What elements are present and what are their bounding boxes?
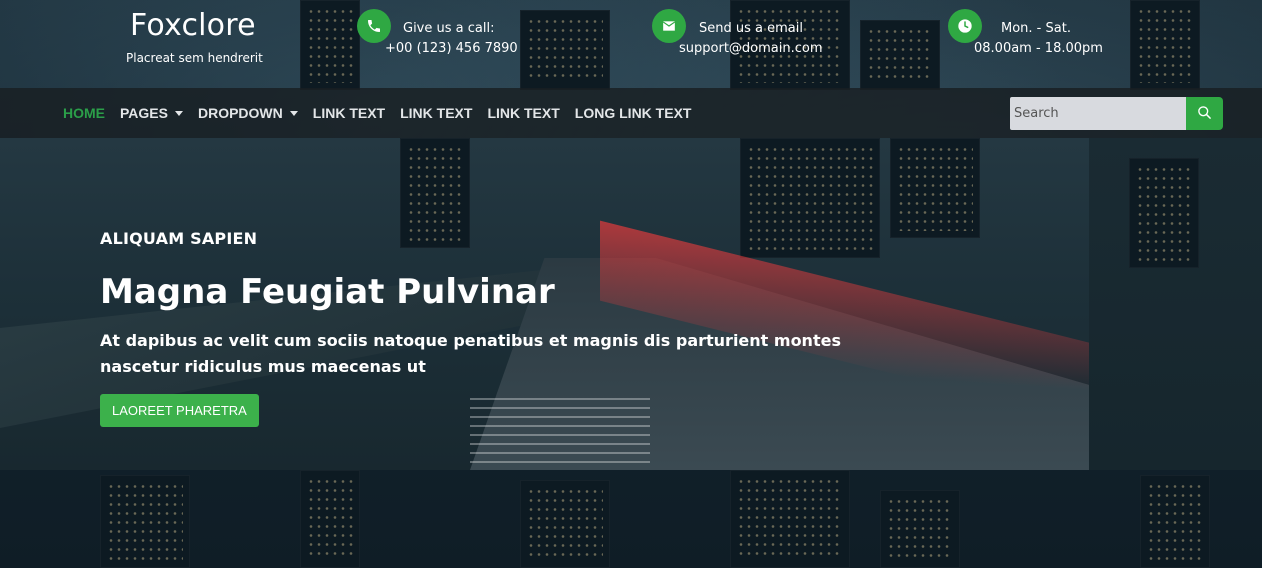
- nav-item-link-3[interactable]: LINK TEXT: [487, 105, 559, 121]
- hero-cta-button[interactable]: LAOREET PHARETRA: [100, 394, 259, 427]
- nav-item-label: LONG LINK TEXT: [574, 105, 692, 121]
- caret-down-icon: [289, 110, 298, 116]
- contact-call-value: +00 (123) 456 7890: [385, 41, 518, 56]
- brand-tagline: Placreat sem hendrerit: [126, 51, 263, 65]
- contact-email-label: Send us a email: [699, 21, 803, 36]
- contact-hours-value: 08.00am - 18.00pm: [974, 41, 1103, 56]
- brand: Foxclore Placreat sem hendrerit: [126, 8, 286, 65]
- mail-icon: [652, 9, 686, 43]
- search-button[interactable]: [1186, 97, 1223, 130]
- nav-item-label: HOME: [63, 105, 105, 121]
- search-input[interactable]: [1010, 97, 1186, 130]
- nav-menu: HOME PAGES DROPDOWN LINK TEXT LINK TEXT …: [63, 88, 706, 138]
- clock-icon: [948, 9, 982, 43]
- hero-eyebrow: ALIQUAM SAPIEN: [100, 229, 258, 248]
- nav-item-pages[interactable]: PAGES: [120, 105, 183, 121]
- top-header: Foxclore Placreat sem hendrerit Give us …: [0, 0, 1262, 88]
- nav-item-label: LINK TEXT: [487, 105, 560, 121]
- contact-call-label: Give us a call:: [403, 21, 495, 36]
- nav-item-label: PAGES: [120, 105, 168, 121]
- brand-name[interactable]: Foxclore: [130, 8, 286, 43]
- search-form: [1010, 97, 1223, 130]
- hero-text: At dapibus ac velit cum sociis natoque p…: [100, 331, 841, 376]
- nav-item-label: LINK TEXT: [400, 105, 473, 121]
- nav-item-label: DROPDOWN: [197, 105, 283, 121]
- search-icon: [1197, 105, 1212, 123]
- nav-item-long-link[interactable]: LONG LINK TEXT: [575, 105, 692, 121]
- nav-item-link-2[interactable]: LINK TEXT: [400, 105, 472, 121]
- contact-hours-label: Mon. - Sat.: [1001, 21, 1071, 36]
- phone-icon: [357, 9, 391, 43]
- caret-down-icon: [174, 110, 183, 116]
- hero-title: Magna Feugiat Pulvinar: [100, 272, 555, 312]
- nav-item-dropdown[interactable]: DROPDOWN: [198, 105, 298, 121]
- background-strip: [1089, 138, 1262, 470]
- nav-item-label: LINK TEXT: [312, 105, 386, 121]
- nav-item-link-1[interactable]: LINK TEXT: [313, 105, 385, 121]
- nav-item-home[interactable]: HOME: [63, 105, 105, 121]
- contact-email-value[interactable]: support@domain.com: [679, 41, 823, 56]
